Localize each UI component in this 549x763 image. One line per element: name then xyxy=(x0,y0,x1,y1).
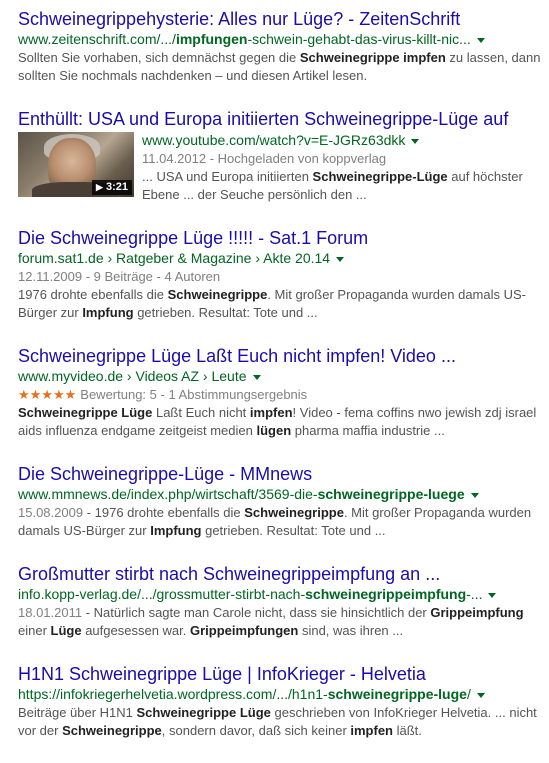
result-snippet: 18.01.2011 - Natürlich sagte man Carole … xyxy=(18,605,524,638)
result-title-link[interactable]: Die Schweinegrippe Lüge !!!!! - Sat.1 Fo… xyxy=(18,227,543,249)
search-result-video: Enthüllt: USA und Europa initiierten Sch… xyxy=(18,108,543,204)
result-title-link[interactable]: Schweinegrippehysterie: Alles nur Lüge? … xyxy=(18,8,543,30)
result-snippet: Schweinegrippe Lüge Laßt Euch nicht impf… xyxy=(18,405,537,438)
result-title-link[interactable]: Enthüllt: USA und Europa initiierten Sch… xyxy=(18,108,543,130)
result-url: forum.sat1.de › Ratgeber & Magazine › Ak… xyxy=(18,250,331,266)
result-url-line: www.youtube.com/watch?v=E-JGRz63dkk xyxy=(142,132,543,148)
url-options-chevron-down-icon[interactable] xyxy=(476,37,485,43)
url-options-chevron-down-icon[interactable] xyxy=(476,692,485,698)
result-url: www.youtube.com/watch?v=E-JGRz63dkk xyxy=(142,132,406,148)
result-url: www.zeitenschrift.com/.../impfungen-schw… xyxy=(18,31,471,47)
result-title-link[interactable]: H1N1 Schweinegrippe Lüge | InfoKrieger -… xyxy=(18,663,543,685)
result-url: https://infokriegerhelvetia.wordpress.co… xyxy=(18,686,471,702)
result-url-line: www.mmnews.de/index.php/wirtschaft/3569-… xyxy=(18,486,543,502)
url-options-chevron-down-icon[interactable] xyxy=(488,592,497,598)
search-result: Schweinegrippehysterie: Alles nur Lüge? … xyxy=(18,8,543,85)
video-upload-info: 11.04.2012 - Hochgeladen von koppverlag xyxy=(142,151,387,166)
result-url-line: info.kopp-verlag.de/.../grossmutter-stir… xyxy=(18,586,543,602)
result-snippet: 15.08.2009 - 1976 drohte ebenfalls die S… xyxy=(18,505,532,538)
play-icon: ▶ xyxy=(96,182,103,192)
rating-text: Bewertung: 5 - 1 Abstimmungsergebnis xyxy=(80,387,308,402)
result-date: 18.01.2011 xyxy=(18,605,83,620)
star-rating-icon: ★★★★★ xyxy=(18,387,77,402)
result-url: www.mmnews.de/index.php/wirtschaft/3569-… xyxy=(18,486,465,502)
video-result-body: ▶ 3:21 www.youtube.com/watch?v=E-JGRz63dk… xyxy=(18,132,543,204)
result-snippet: Sollten Sie vorhaben, sich demnächst geg… xyxy=(18,50,541,83)
search-result: Die Schweinegrippe Lüge !!!!! - Sat.1 Fo… xyxy=(18,227,543,322)
result-url-line: https://infokriegerhelvetia.wordpress.co… xyxy=(18,686,543,702)
result-title-link[interactable]: Großmutter stirbt nach Schweinegrippeimp… xyxy=(18,563,543,585)
search-result: H1N1 Schweinegrippe Lüge | InfoKrieger -… xyxy=(18,663,543,740)
video-result-text: www.youtube.com/watch?v=E-JGRz63dkk 11.0… xyxy=(142,132,543,204)
result-url-line: www.myvideo.de › Videos AZ › Leute xyxy=(18,368,543,384)
url-options-chevron-down-icon[interactable] xyxy=(470,492,479,498)
forum-meta: 12.11.2009 - 9 Beiträge - 4 Autoren xyxy=(18,269,221,284)
result-title-link[interactable]: Schweinegrippe Lüge Laßt Euch nicht impf… xyxy=(18,345,543,367)
video-thumbnail[interactable]: ▶ 3:21 xyxy=(18,132,134,197)
search-result: Schweinegrippe Lüge Laßt Euch nicht impf… xyxy=(18,345,543,440)
result-date: 15.08.2009 xyxy=(18,505,84,520)
url-options-chevron-down-icon[interactable] xyxy=(411,138,420,144)
search-result: Großmutter stirbt nach Schweinegrippeimp… xyxy=(18,563,543,640)
video-duration-badge: ▶ 3:21 xyxy=(92,180,132,195)
rating-line: ★★★★★ Bewertung: 5 - 1 Abstimmungsergebni… xyxy=(18,386,543,404)
url-options-chevron-down-icon[interactable] xyxy=(252,374,261,380)
result-url-line: www.zeitenschrift.com/.../impfungen-schw… xyxy=(18,31,543,47)
result-url-line: forum.sat1.de › Ratgeber & Magazine › Ak… xyxy=(18,250,543,266)
result-snippet: ... USA und Europa initiierten Schweineg… xyxy=(142,169,523,202)
result-snippet: Beiträge über H1N1 Schweinegrippe Lüge g… xyxy=(18,705,537,738)
result-url: www.myvideo.de › Videos AZ › Leute xyxy=(18,368,247,384)
search-results-list: Schweinegrippehysterie: Alles nur Lüge? … xyxy=(18,8,543,763)
url-options-chevron-down-icon[interactable] xyxy=(336,256,345,262)
result-snippet: 1976 drohte ebenfalls die Schweinegrippe… xyxy=(18,287,527,320)
search-result: Die Schweinegrippe-Lüge - MMnews www.mmn… xyxy=(18,463,543,540)
result-title-link[interactable]: Die Schweinegrippe-Lüge - MMnews xyxy=(18,463,543,485)
result-url: info.kopp-verlag.de/.../grossmutter-stir… xyxy=(18,586,483,602)
